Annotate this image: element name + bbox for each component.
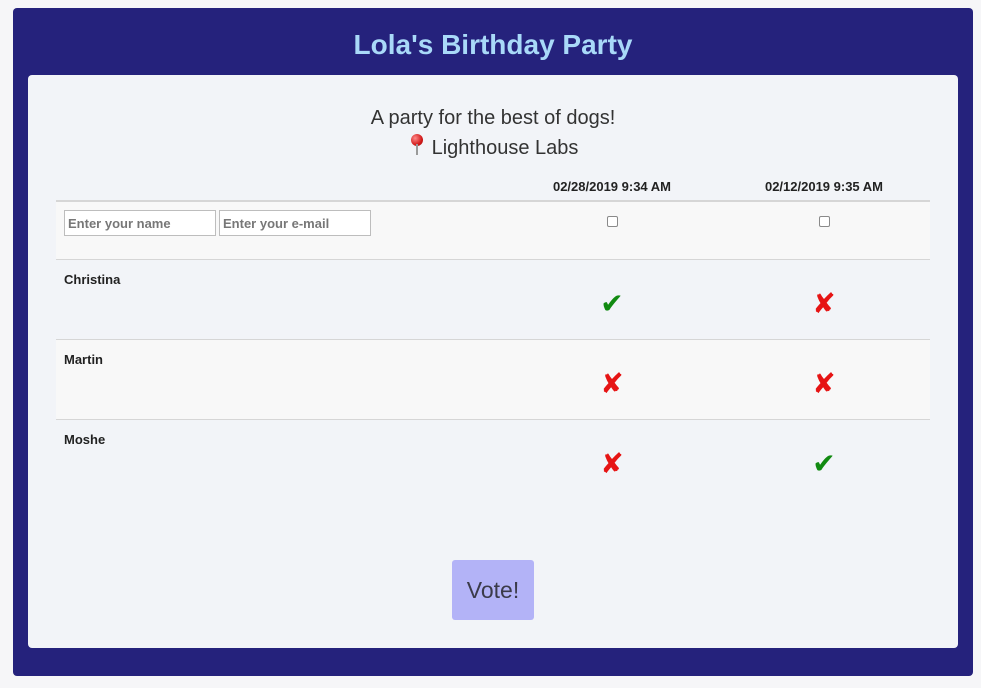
option-checkbox[interactable] xyxy=(818,216,830,227)
option-select-cell xyxy=(506,201,718,259)
cross-icon: ✘ xyxy=(812,366,836,400)
voter-row: Martin ✘ ✘ xyxy=(56,339,930,419)
option-checkbox[interactable] xyxy=(606,216,618,227)
location-label: Lighthouse Labs xyxy=(431,137,579,159)
checkmark-icon: ✔ xyxy=(600,286,624,320)
voter-name: Martin xyxy=(64,351,103,367)
voter-name: Christina xyxy=(64,271,121,287)
poll-table: 02/28/2019 9:34 AM 02/12/2019 9:35 AM En… xyxy=(56,172,930,499)
name-input[interactable] xyxy=(64,210,216,236)
checkmark-icon: ✔ xyxy=(812,446,836,480)
event-description: A party for the best of dogs! xyxy=(370,107,616,129)
email-input[interactable] xyxy=(219,210,371,236)
option-select-cell xyxy=(718,201,930,259)
option-header: 02/12/2019 9:35 AM xyxy=(718,172,930,202)
event-location: Lighthouse Labs xyxy=(28,134,958,161)
map-pin-icon xyxy=(408,134,426,156)
voter-row: Christina ✔ ✘ xyxy=(56,259,930,339)
event-frame: Lola's Birthday Party A party for the be… xyxy=(13,8,973,676)
cross-icon: ✘ xyxy=(600,366,624,400)
vote-button[interactable]: Vote! xyxy=(452,560,534,620)
new-vote-row xyxy=(56,201,930,259)
voter-name: Moshe xyxy=(64,431,106,447)
header-spacer xyxy=(56,172,506,202)
event-card: A party for the best of dogs! Lighthouse… xyxy=(28,75,958,648)
options-header-row: 02/28/2019 9:34 AM 02/12/2019 9:35 AM xyxy=(56,172,930,202)
voter-row: Moshe ✘ ✔ xyxy=(56,419,930,499)
event-title: Lola's Birthday Party xyxy=(353,29,633,60)
cross-icon: ✘ xyxy=(812,286,836,320)
option-header: 02/28/2019 9:34 AM xyxy=(506,172,718,202)
new-voter-cell xyxy=(56,201,506,259)
cross-icon: ✘ xyxy=(600,446,624,480)
